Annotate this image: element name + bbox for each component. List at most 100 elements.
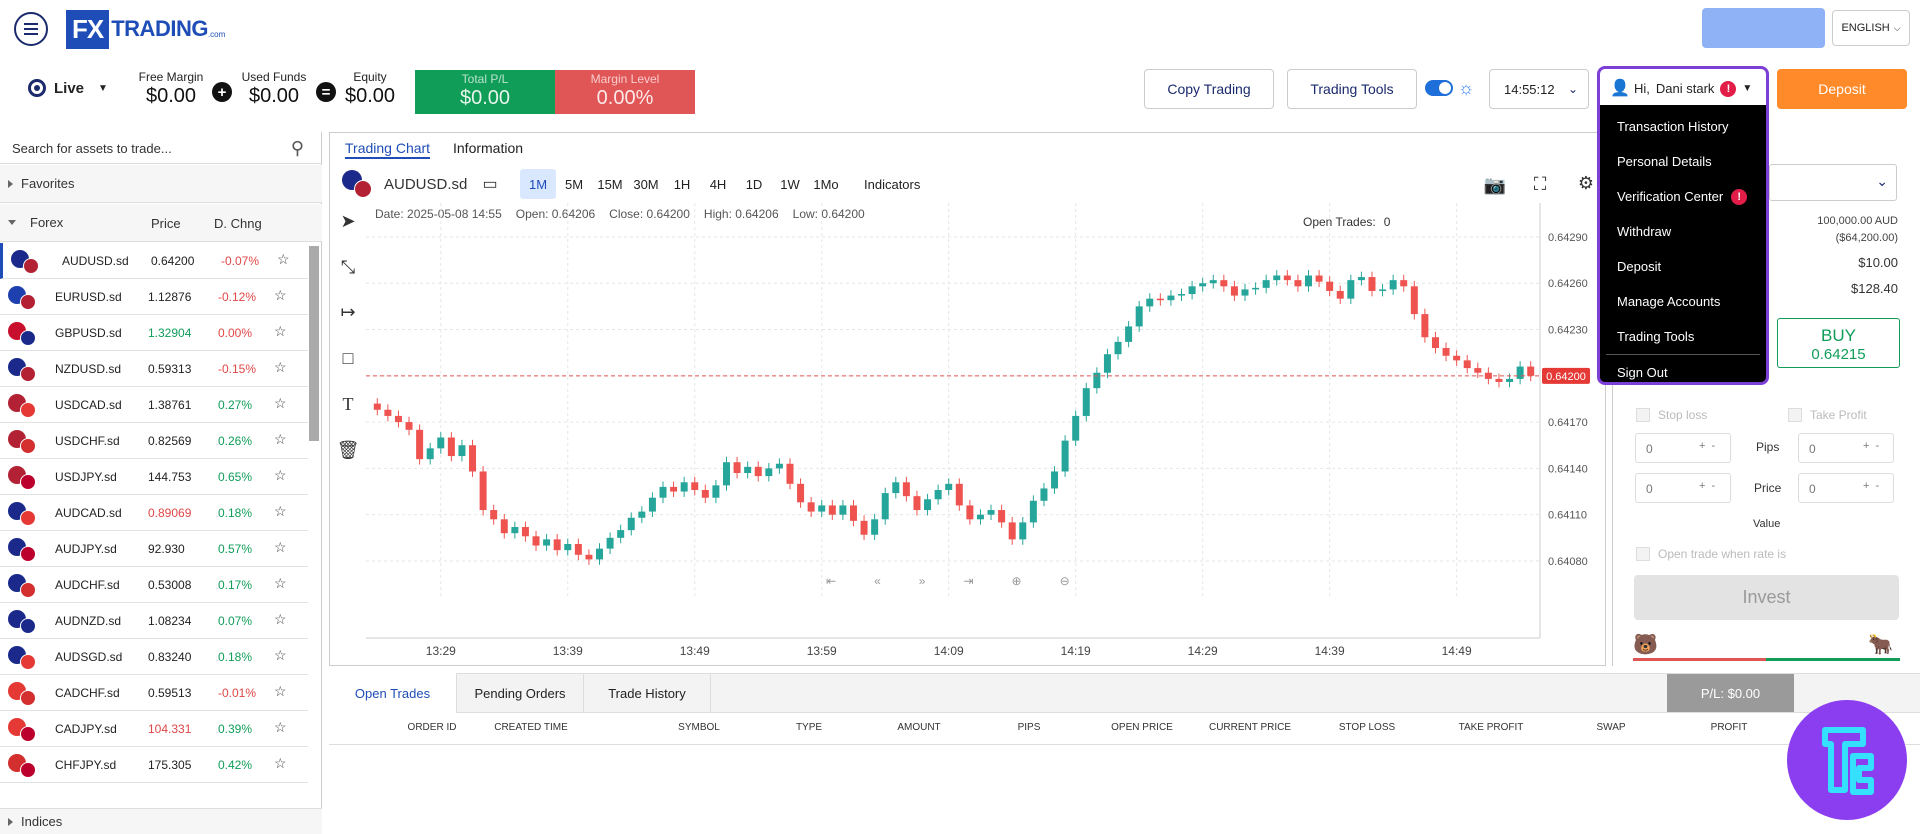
menu-item-trading-tools[interactable]: Trading Tools — [1600, 319, 1766, 354]
tab-trading-chart[interactable]: Trading Chart — [345, 140, 431, 159]
buy-button[interactable]: BUY 0.64215 — [1777, 318, 1900, 368]
search-icon[interactable]: ⚲ — [291, 138, 304, 159]
order-select[interactable]: ⌄ — [1769, 164, 1897, 201]
open-when-rate-checkbox[interactable]: Open trade when rate is — [1636, 547, 1786, 561]
timeframe-1m[interactable]: 1M — [520, 169, 556, 199]
gear-icon[interactable]: ⚙ — [1574, 173, 1598, 194]
favorite-star-icon[interactable]: ☆ — [274, 503, 287, 520]
candlestick-chart[interactable]: 0.64200 0.64290 0.64260 0.64230 0.64170 0.641… — [366, 203, 1606, 665]
favorite-star-icon[interactable]: ☆ — [274, 755, 287, 772]
first-page-icon[interactable]: ⇤ — [826, 574, 836, 588]
camera-icon[interactable]: 📷 — [1483, 175, 1507, 196]
chart-symbol[interactable]: AUDUSD.sd — [384, 176, 467, 193]
trash-icon[interactable]: 🗑 — [336, 440, 360, 461]
favorite-star-icon[interactable]: ☆ — [274, 287, 287, 304]
column-header[interactable]: OPEN PRICE — [1111, 722, 1173, 733]
timeframe-5m[interactable]: 5M — [556, 169, 592, 199]
trading-tools-button[interactable]: Trading Tools — [1287, 69, 1417, 109]
favorite-star-icon[interactable]: ☆ — [274, 683, 287, 700]
asset-row[interactable]: AUDNZD.sd 1.08234 0.07% ☆ — [0, 603, 308, 639]
menu-item-withdraw[interactable]: Withdraw — [1600, 214, 1766, 249]
timeframe-15m[interactable]: 15M — [592, 169, 628, 199]
asset-row[interactable]: EURUSD.sd 1.12876 -0.12% ☆ — [0, 279, 308, 315]
menu-item-verification-center[interactable]: Verification Center ! — [1600, 179, 1766, 214]
asset-row[interactable]: AUDJPY.sd 92.930 0.57% ☆ — [0, 531, 308, 567]
asset-row[interactable]: USDCAD.sd 1.38761 0.27% ☆ — [0, 387, 308, 423]
asset-row[interactable]: USDJPY.sd 144.753 0.65% ☆ — [0, 459, 308, 495]
menu-item-sign-out[interactable]: Sign Out — [1600, 355, 1766, 390]
favorite-star-icon[interactable]: ☆ — [274, 323, 287, 340]
column-header[interactable]: TYPE — [796, 722, 822, 733]
scroll-right-icon[interactable]: » — [919, 574, 926, 588]
asset-row[interactable]: USDCHF.sd 0.82569 0.26% ☆ — [0, 423, 308, 459]
header-action-button[interactable] — [1702, 8, 1825, 48]
menu-item-transaction-history[interactable]: Transaction History — [1600, 109, 1766, 144]
timeframe-30m[interactable]: 30M — [628, 169, 664, 199]
stepper-plus-minus[interactable]: + - — [1863, 440, 1879, 452]
candlestick-type-icon[interactable]: ▭ — [478, 174, 502, 194]
column-header[interactable]: SWAP — [1596, 722, 1625, 733]
rectangle-icon[interactable]: □ — [336, 348, 360, 369]
timeframe-4h[interactable]: 4H — [700, 169, 736, 199]
timeframe-1d[interactable]: 1D — [736, 169, 772, 199]
pointer-icon[interactable]: ➤ — [336, 211, 360, 232]
last-page-icon[interactable]: ⇥ — [963, 574, 973, 588]
favorite-star-icon[interactable]: ☆ — [274, 575, 287, 592]
favorite-star-icon[interactable]: ☆ — [274, 359, 287, 376]
stop-loss-pips-input[interactable]: 0 — [1635, 433, 1731, 463]
favorite-star-icon[interactable]: ☆ — [274, 647, 287, 664]
invest-button[interactable]: Invest — [1634, 575, 1899, 620]
indicators-button[interactable]: Indicators — [864, 177, 920, 192]
tab-open-trades[interactable]: Open Trades — [329, 673, 457, 713]
column-header[interactable]: PROFIT — [1711, 722, 1748, 733]
favorites-group[interactable]: Favorites — [0, 165, 322, 203]
tab-information[interactable]: Information — [453, 140, 523, 156]
asset-search-input[interactable]: Search for assets to trade... ⚲ — [0, 132, 322, 164]
favorite-star-icon[interactable]: ☆ — [274, 431, 287, 448]
favorite-star-icon[interactable]: ☆ — [274, 395, 287, 412]
language-selector[interactable]: ENGLISH ⌵ — [1832, 10, 1910, 46]
menu-item-personal-details[interactable]: Personal Details — [1600, 144, 1766, 179]
copy-trading-button[interactable]: Copy Trading — [1144, 69, 1274, 109]
column-header[interactable]: SYMBOL — [678, 722, 720, 733]
favorite-star-icon[interactable]: ☆ — [274, 467, 287, 484]
column-header[interactable]: PIPS — [1018, 722, 1041, 733]
menu-item-deposit[interactable]: Deposit — [1600, 249, 1766, 284]
tab-trade-history[interactable]: Trade History — [584, 673, 711, 713]
stepper-plus-minus[interactable]: + - — [1699, 480, 1715, 492]
column-header[interactable]: AMOUNT — [897, 722, 940, 733]
ruler-icon[interactable]: ↦ — [336, 302, 360, 323]
asset-row[interactable]: CHFJPY.sd 175.305 0.42% ☆ — [0, 747, 308, 783]
theme-toggle[interactable] — [1425, 80, 1453, 96]
asset-row[interactable]: AUDCHF.sd 0.53008 0.17% ☆ — [0, 567, 308, 603]
favorite-star-icon[interactable]: ☆ — [274, 611, 287, 628]
brand-logo[interactable]: FX TRADING .com — [66, 9, 225, 49]
column-header[interactable]: TAKE PROFIT — [1459, 722, 1524, 733]
sidebar-scrollbar[interactable] — [309, 246, 319, 441]
scroll-left-icon[interactable]: « — [874, 574, 881, 588]
tab-pending-orders[interactable]: Pending Orders — [457, 673, 584, 713]
menu-item-manage-accounts[interactable]: Manage Accounts — [1600, 284, 1766, 319]
trendline-icon[interactable]: ⤡ — [336, 257, 360, 278]
time-selector[interactable]: 14:55:12 ⌄ — [1489, 69, 1589, 109]
favorite-star-icon[interactable]: ☆ — [277, 251, 290, 268]
zoom-out-icon[interactable]: ⊖ — [1060, 574, 1070, 588]
favorite-star-icon[interactable]: ☆ — [274, 539, 287, 556]
asset-row[interactable]: AUDCAD.sd 0.89069 0.18% ☆ — [0, 495, 308, 531]
column-header[interactable]: STOP LOSS — [1339, 722, 1395, 733]
stop-loss-price-input[interactable]: 0 — [1635, 473, 1731, 503]
column-header[interactable]: CURRENT PRICE — [1209, 722, 1291, 733]
fullscreen-icon[interactable]: ⛶ — [1528, 174, 1552, 195]
asset-row[interactable]: GBPUSD.sd 1.32904 0.00% ☆ — [0, 315, 308, 351]
take-profit-price-input[interactable]: 0 — [1798, 473, 1894, 503]
asset-row[interactable]: CADCHF.sd 0.59513 -0.01% ☆ — [0, 675, 308, 711]
column-header[interactable]: CREATED TIME — [494, 722, 568, 733]
account-mode-selector[interactable]: Live ▼ — [28, 79, 108, 97]
timeframe-1w[interactable]: 1W — [772, 169, 808, 199]
column-header[interactable]: ORDER ID — [408, 722, 457, 733]
indices-group[interactable]: Indices — [0, 808, 322, 834]
main-menu-button[interactable] — [14, 12, 48, 46]
text-tool-icon[interactable]: T — [336, 394, 360, 415]
stepper-plus-minus[interactable]: + - — [1863, 480, 1879, 492]
timeframe-1h[interactable]: 1H — [664, 169, 700, 199]
